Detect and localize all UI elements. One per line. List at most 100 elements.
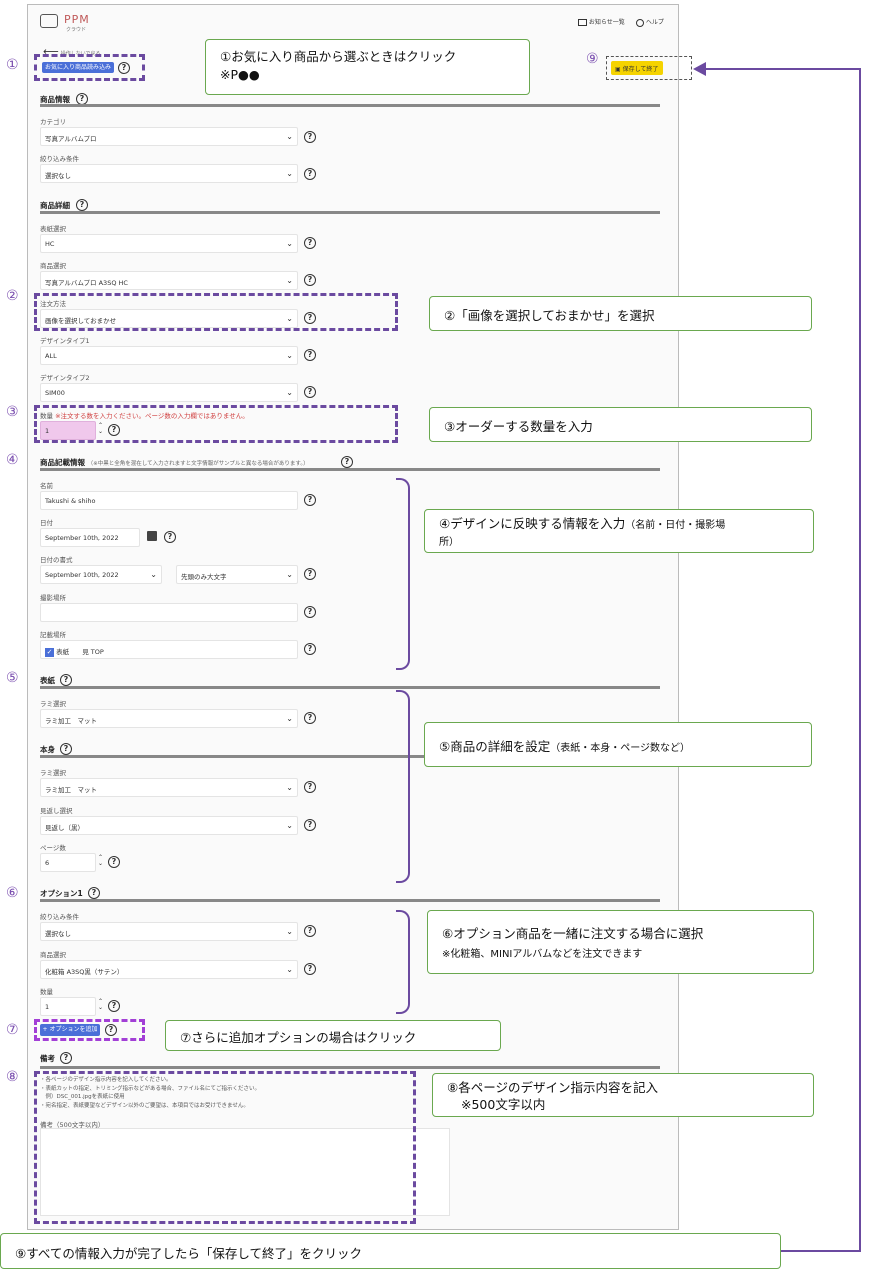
endpaper-select[interactable]: 見返し（黒） ⌄	[40, 816, 298, 835]
highlight-1	[34, 54, 145, 81]
arrow-left-icon	[693, 62, 706, 76]
category-help-icon[interactable]: ?	[304, 131, 316, 143]
category-select[interactable]: 写真アルバムプロ ⌄	[40, 127, 298, 146]
endpaper-help-icon[interactable]: ?	[304, 819, 316, 831]
marker-1: ①	[6, 57, 19, 73]
brace-4	[396, 478, 410, 670]
highlight-9	[606, 56, 692, 80]
opt-qty-label: 数量	[40, 988, 53, 996]
print-cover-checkbox[interactable]: ✓	[45, 647, 54, 657]
pages-input[interactable]: 6	[40, 853, 96, 872]
cover-help-icon[interactable]: ?	[60, 674, 72, 686]
logo-subtext: クラウド	[66, 27, 87, 33]
product-select[interactable]: 写真アルバムプロ A3SQ HC ⌄	[40, 271, 298, 290]
date-help-icon[interactable]: ?	[164, 531, 176, 543]
filter-select[interactable]: 選択なし ⌄	[40, 164, 298, 183]
date-format-help-icon[interactable]: ?	[304, 568, 316, 580]
cover-type-select[interactable]: HC ⌄	[40, 234, 298, 253]
pages-label: ページ数	[40, 844, 66, 852]
notices-link[interactable]: お知らせ一覧	[578, 17, 625, 26]
name-label: 名前	[40, 482, 53, 490]
location-input[interactable]	[40, 603, 298, 622]
cover-lami-select[interactable]: ラミ加工 マット ⌄	[40, 709, 298, 728]
section-body: 本身	[40, 745, 55, 754]
opt-product-select[interactable]: 化粧箱 A3SQ黒（サテン） ⌄	[40, 960, 298, 979]
body-lami-label: ラミ選択	[40, 769, 66, 777]
date-format-label: 日付の書式	[40, 556, 73, 564]
endpaper-label: 見返し選択	[40, 807, 73, 815]
date-input[interactable]: September 10th, 2022	[40, 528, 140, 547]
filter-label: 絞り込み条件	[40, 155, 79, 163]
marker-8: ⑧	[6, 1069, 19, 1085]
help-circle-icon	[636, 18, 644, 27]
opt-product-label: 商品選択	[40, 951, 66, 959]
design-type1-select[interactable]: ALL ⌄	[40, 346, 298, 365]
marker-2: ②	[6, 288, 19, 304]
marker-3: ③	[6, 404, 19, 420]
logo-text: PPM	[64, 13, 90, 26]
body-lami-help-icon[interactable]: ?	[304, 781, 316, 793]
divider	[40, 211, 660, 214]
opt-qty-help-icon[interactable]: ?	[108, 1000, 120, 1012]
highlight-7	[34, 1019, 145, 1041]
opt-filter-help-icon[interactable]: ?	[304, 925, 316, 937]
divider	[40, 899, 660, 902]
cover-select-label: 表紙選択	[40, 225, 66, 233]
callout-5: ⑤商品の詳細を設定（表紙・本身・ページ数など）	[424, 722, 812, 767]
product-select-help-icon[interactable]: ?	[304, 274, 316, 286]
date-label: 日付	[40, 519, 53, 527]
product-select-label: 商品選択	[40, 262, 66, 270]
brace-5	[396, 690, 410, 883]
highlight-2	[34, 293, 398, 331]
option1-help-icon[interactable]: ?	[88, 887, 100, 899]
cover-lami-help-icon[interactable]: ?	[304, 712, 316, 724]
name-input[interactable]: Takushi & shiho	[40, 491, 298, 510]
name-help-icon[interactable]: ?	[304, 494, 316, 506]
pages-help-icon[interactable]: ?	[108, 856, 120, 868]
opt-qty-stepper[interactable]: ⌃ ⌄	[98, 999, 103, 1011]
date-format-select[interactable]: September 10th, 2022 ⌄	[40, 565, 162, 584]
opt-filter-select[interactable]: 選択なし ⌄	[40, 922, 298, 941]
section-remarks: 備考	[40, 1054, 55, 1063]
divider	[40, 468, 660, 471]
body-help-icon[interactable]: ?	[60, 743, 72, 755]
section-option1: オプション1	[40, 889, 83, 898]
help-link[interactable]: ヘルプ	[636, 17, 664, 27]
print-location-label: 記載場所	[40, 631, 66, 639]
filter-help-icon[interactable]: ?	[304, 168, 316, 180]
location-help-icon[interactable]: ?	[304, 606, 316, 618]
location-label: 撮影場所	[40, 594, 66, 602]
mail-icon	[578, 19, 587, 26]
connector-line	[781, 1250, 861, 1252]
section-book-info: 商品記載情報 （※中黒と全角を混在して入力されますと文字情報がサンプルと異なる場…	[40, 458, 309, 467]
product-detail-help-icon[interactable]: ?	[76, 199, 88, 211]
pages-stepper[interactable]: ⌃ ⌄	[98, 855, 103, 867]
callout-1: ①お気に入り商品から選ぶときはクリック ※P●●	[205, 39, 530, 95]
divider	[40, 104, 660, 107]
date-case-select[interactable]: 先頭のみ大文字 ⌄	[176, 565, 298, 584]
callout-4: ④デザインに反映する情報を入力（名前・日付・撮影場 所）	[424, 509, 814, 553]
callout-6: ⑥オプション商品を一緒に注文する場合に選択 ※化粧箱、MINIアルバムなどを注文…	[427, 910, 814, 974]
design-type2-help-icon[interactable]: ?	[304, 386, 316, 398]
cover-lami-label: ラミ選択	[40, 700, 66, 708]
opt-qty-input[interactable]: 1	[40, 997, 96, 1016]
print-location-help-icon[interactable]: ?	[304, 643, 316, 655]
brace-6	[396, 910, 410, 1014]
section-cover: 表紙	[40, 676, 55, 685]
design-type1-help-icon[interactable]: ?	[304, 349, 316, 361]
callout-9: ⑨すべての情報入力が完了したら「保存して終了」をクリック	[0, 1233, 781, 1269]
body-lami-select[interactable]: ラミ加工 マット ⌄	[40, 778, 298, 797]
connector-line	[705, 68, 861, 70]
book-info-help-icon[interactable]: ?	[341, 456, 353, 468]
opt-product-help-icon[interactable]: ?	[304, 963, 316, 975]
design-type2-select[interactable]: SIM00 ⌄	[40, 383, 298, 402]
remarks-help-icon[interactable]: ?	[60, 1052, 72, 1064]
logo-icon	[40, 14, 58, 28]
callout-2: ②「画像を選択しておまかせ」を選択	[429, 296, 812, 331]
opt-filter-label: 絞り込み条件	[40, 913, 79, 921]
divider	[40, 1066, 660, 1069]
cover-type-help-icon[interactable]: ?	[304, 237, 316, 249]
callout-3: ③オーダーする数量を入力	[429, 407, 812, 442]
calendar-icon[interactable]	[147, 531, 157, 541]
connector-line	[859, 68, 861, 1252]
